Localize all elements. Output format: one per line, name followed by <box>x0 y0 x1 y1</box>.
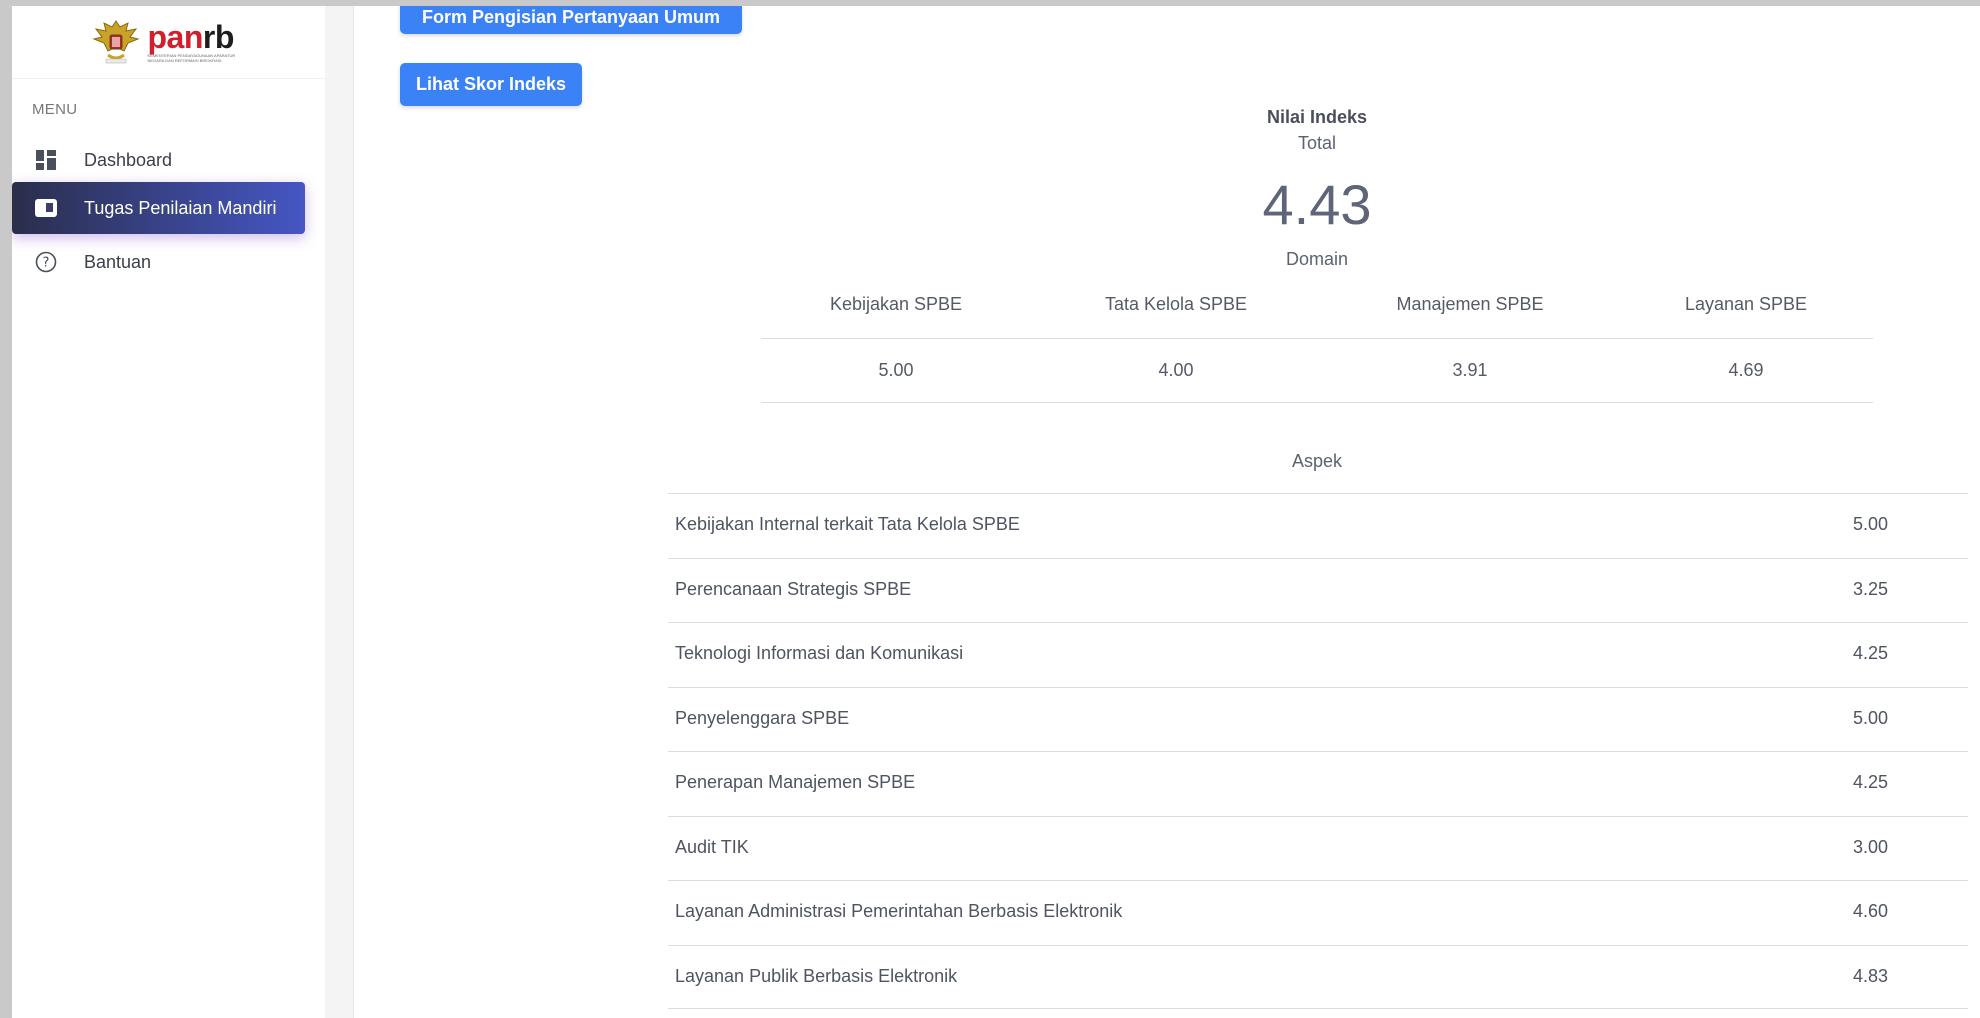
aspek-name: Kebijakan Internal terkait Tata Kelola S… <box>675 514 1020 534</box>
garuda-emblem-icon <box>91 20 140 64</box>
sidebar-item-label: Bantuan <box>84 251 152 272</box>
total-index-value: 4.43 <box>1262 173 1372 236</box>
domain-value-tata-kelola: 4.00 <box>1158 360 1194 380</box>
aspek-value: 4.60 <box>1853 901 1889 921</box>
aspek-name: Teknologi Informasi dan Komunikasi <box>675 643 964 663</box>
sidebar-item-dashboard[interactable]: Dashboard <box>12 134 305 186</box>
logo-subtitle: KEMENTERIAN PENDAYAGUNAAN APARATUR NEGAR… <box>147 53 236 63</box>
aspek-value: 4.25 <box>1853 772 1889 792</box>
domain-header-layanan: Layanan SPBE <box>1684 294 1808 314</box>
svg-text:?: ? <box>43 256 50 271</box>
aspek-value: 5.00 <box>1853 708 1889 728</box>
aspek-value: 4.83 <box>1853 966 1889 986</box>
aspek-name: Layanan Publik Berbasis Elektronik <box>675 966 958 986</box>
sidebar: panrb KEMENTERIAN PENDAYAGUNAAN APARATUR… <box>12 6 326 1018</box>
aspek-value: 3.00 <box>1853 837 1889 857</box>
app-window: panrb KEMENTERIAN PENDAYAGUNAAN APARATUR… <box>12 6 1980 1018</box>
help-circle-icon: ? <box>34 250 58 274</box>
domain-header-kebijakan: Kebijakan SPBE <box>829 294 963 314</box>
domain-value-manajemen: 3.91 <box>1452 360 1488 380</box>
sidebar-item-tugas-penilaian-mandiri[interactable]: Tugas Penilaian Mandiri <box>12 182 305 234</box>
dashboard-icon <box>34 148 58 172</box>
domain-value-kebijakan: 5.00 <box>878 360 914 380</box>
total-label: Total <box>1297 133 1337 153</box>
aspek-name: Audit TIK <box>675 837 749 857</box>
table-row: Penerapan Manajemen SPBE 4.25 <box>668 751 1968 816</box>
table-row: Layanan Administrasi Pemerintahan Berbas… <box>668 880 1968 945</box>
nilai-indeks-title: Nilai Indeks <box>1266 107 1368 127</box>
domain-label: Domain <box>1285 249 1349 269</box>
domain-table-divider <box>761 338 1873 339</box>
sidebar-item-label: Dashboard <box>84 149 173 170</box>
table-row: Audit TIK 3.00 <box>668 816 1968 881</box>
task-card-icon <box>34 196 58 220</box>
domain-header-tata-kelola: Tata Kelola SPBE <box>1104 294 1248 314</box>
logo-area: panrb KEMENTERIAN PENDAYAGUNAAN APARATUR… <box>12 6 325 79</box>
lihat-skor-indeks-button[interactable]: Lihat Skor Indeks <box>400 63 582 106</box>
sidebar-item-bantuan[interactable]: ? Bantuan <box>12 236 305 288</box>
domain-header-manajemen: Manajemen SPBE <box>1396 294 1544 314</box>
aspek-value: 3.25 <box>1853 579 1889 599</box>
table-row: Kebijakan Internal terkait Tata Kelola S… <box>668 493 1968 558</box>
aspek-name: Perencanaan Strategis SPBE <box>675 579 912 599</box>
aspek-value: 5.00 <box>1853 514 1889 534</box>
aspek-value: 4.25 <box>1853 643 1889 663</box>
logo-wordmark: panrb <box>147 19 235 55</box>
panrb-logo[interactable]: panrb KEMENTERIAN PENDAYAGUNAAN APARATUR… <box>90 15 238 69</box>
aspek-name: Penerapan Manajemen SPBE <box>675 772 916 792</box>
table-row: Layanan Publik Berbasis Elektronik 4.83 <box>668 945 1968 1008</box>
aspek-table-bottom <box>668 1008 1968 1009</box>
content-divider <box>325 6 354 1018</box>
table-row: Teknologi Informasi dan Komunikasi 4.25 <box>668 622 1968 687</box>
form-pengisian-pertanyaan-umum-button[interactable]: Form Pengisian Pertanyaan Umum <box>400 6 742 34</box>
aspek-name: Penyelenggara SPBE <box>675 708 850 728</box>
sidebar-item-label: Tugas Penilaian Mandiri <box>84 197 277 218</box>
table-row: Perencanaan Strategis SPBE 3.25 <box>668 558 1968 623</box>
aspek-name: Layanan Administrasi Pemerintahan Berbas… <box>675 901 1123 921</box>
menu-heading: MENU <box>32 101 78 118</box>
domain-table-bottom <box>761 402 1873 403</box>
domain-value-layanan: 4.69 <box>1728 360 1764 380</box>
table-row: Penyelenggara SPBE 5.00 <box>668 687 1968 752</box>
aspek-label: Aspek <box>1291 451 1343 471</box>
